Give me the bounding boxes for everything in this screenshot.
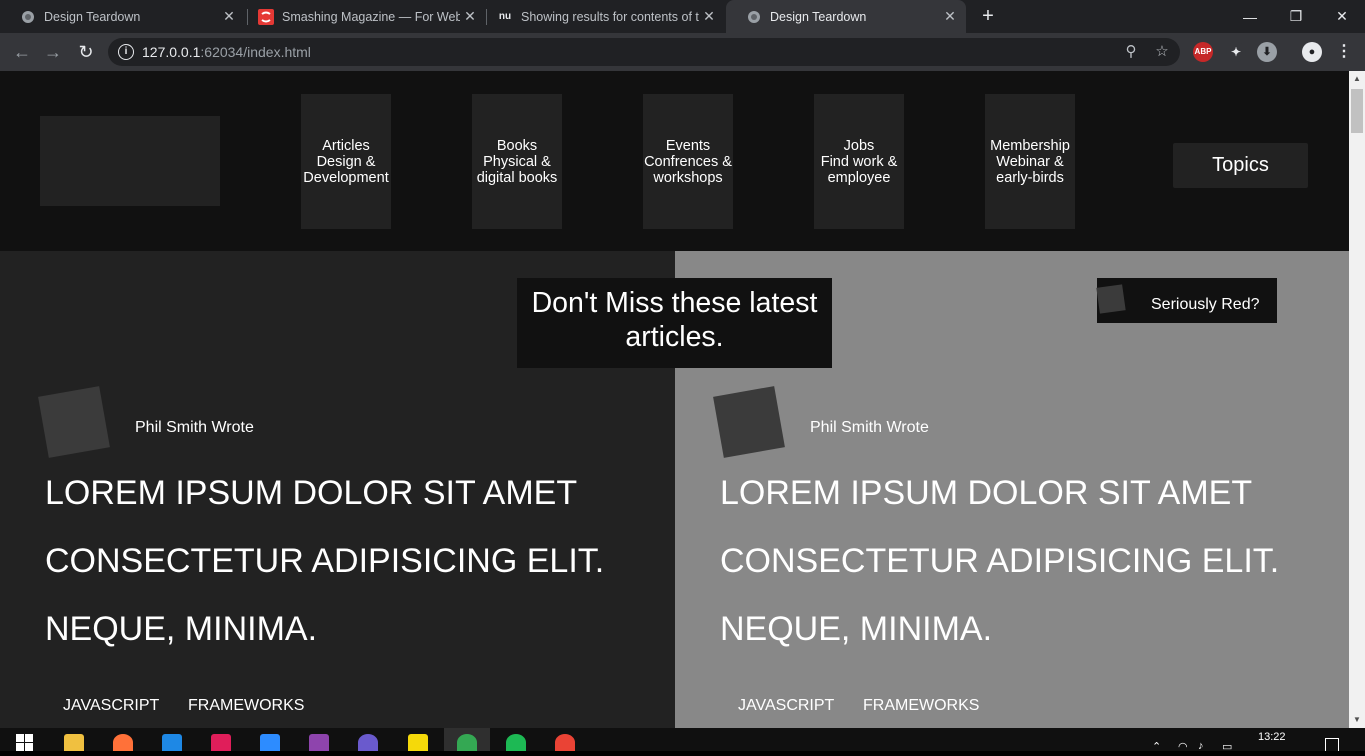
globe-icon [746, 9, 762, 25]
battery-icon[interactable]: ▭ [1222, 740, 1232, 753]
scroll-up-arrow-icon[interactable]: ▲ [1349, 71, 1365, 87]
restore-button[interactable]: ❐ [1273, 0, 1319, 33]
nav-item-events[interactable]: Events Confrences & workshops [643, 94, 733, 229]
nav-subtitle: Development [303, 169, 389, 186]
volume-icon[interactable]: ♪ [1198, 740, 1204, 752]
smashing-s-icon [258, 8, 274, 25]
url-host: 127.0.0.1 [142, 44, 201, 60]
zoom-icon[interactable]: ⚲ [1121, 42, 1141, 62]
tab-design-teardown-active[interactable]: Design Teardown ✕ [726, 0, 966, 33]
close-icon[interactable]: ✕ [219, 8, 239, 25]
author-avatar [38, 386, 110, 458]
site-logo[interactable] [40, 116, 220, 206]
nav-item-articles[interactable]: Articles Design & Development [301, 94, 391, 229]
nav-title: Books [496, 137, 538, 154]
firefox-icon[interactable] [113, 734, 133, 751]
file-explorer-icon[interactable] [64, 734, 84, 751]
close-window-button[interactable]: ✕ [1319, 0, 1365, 33]
nav-subtitle: digital books [476, 169, 558, 186]
globe-icon [20, 9, 36, 25]
nav-subtitle: Confrences & [644, 153, 732, 170]
minimize-button[interactable]: — [1227, 0, 1273, 33]
scroll-down-arrow-icon[interactable]: ▼ [1349, 712, 1365, 728]
nav-item-jobs[interactable]: Jobs Find work & employee [814, 94, 904, 229]
spotify-icon[interactable] [506, 734, 526, 751]
tag-javascript[interactable]: Javascript [63, 697, 159, 715]
tag-frameworks[interactable]: Frameworks [863, 697, 979, 715]
wifi-icon[interactable]: ◠ [1178, 740, 1188, 753]
nav-title: Membership [990, 137, 1070, 154]
chrome-icon[interactable] [555, 734, 575, 751]
toggle-label: Seriously Red? [1151, 296, 1260, 313]
nav-subtitle: early-birds [996, 169, 1064, 186]
topics-button[interactable]: Topics [1173, 143, 1308, 188]
article-headline[interactable]: Lorem ipsum dolor sit amet consectetur a… [45, 459, 645, 663]
zoom-app-icon[interactable] [260, 734, 280, 751]
notification-icon[interactable] [1325, 738, 1339, 751]
tab-title: Design Teardown [44, 9, 141, 24]
nav-subtitle: Design & [316, 153, 376, 170]
nav-subtitle: Webinar & [996, 153, 1064, 170]
taskbar-clock[interactable]: 13:22 [1258, 731, 1286, 743]
tray-chevron-icon[interactable]: ⌃ [1152, 740, 1161, 753]
nav-title: Jobs [843, 137, 875, 154]
address-bar[interactable]: i 127.0.0.1:62034/index.html ⚲ ☆ [108, 38, 1180, 66]
close-icon[interactable]: ✕ [699, 8, 719, 25]
info-icon[interactable]: i [118, 44, 134, 60]
latest-articles-banner: Don't Miss these latest articles. [517, 278, 832, 368]
github-desktop-icon[interactable] [309, 734, 329, 751]
site-header: Articles Design & Development Books Phys… [0, 71, 1349, 251]
slack-icon[interactable] [211, 734, 231, 751]
tab-title: Design Teardown [770, 9, 867, 24]
tab-title: Smashing Magazine — For Web D [282, 9, 460, 24]
new-tab-button[interactable]: + [977, 5, 999, 27]
nav-item-books[interactable]: Books Physical & digital books [472, 94, 562, 229]
nav-subtitle: Find work & [820, 153, 898, 170]
seriously-red-toggle[interactable]: Seriously Red? [1096, 278, 1277, 323]
vscode-icon[interactable] [162, 734, 182, 751]
tab-smashing-magazine[interactable]: Smashing Magazine — For Web D ✕ [238, 0, 486, 33]
tab-design-teardown-1[interactable]: Design Teardown ✕ [0, 0, 245, 33]
url-path: :62034/index.html [200, 44, 311, 60]
nav-subtitle: workshops [653, 169, 723, 186]
bookmark-star-icon[interactable]: ☆ [1152, 42, 1172, 62]
nav-subtitle: employee [827, 169, 891, 186]
windows-taskbar: ⌃ ◠ ♪ ▭ 13:22 [0, 728, 1365, 753]
toggle-square-icon [1096, 284, 1126, 314]
article-headline[interactable]: Lorem ipsum dolor sit amet consectetur a… [720, 459, 1320, 663]
nav-subtitle: Physical & [483, 153, 551, 170]
author-name: Phil Smith Wrote [135, 419, 254, 436]
nav-title: Events [665, 137, 711, 154]
windows-start-icon[interactable] [16, 734, 33, 751]
browser-toolbar: ← → ↻ i 127.0.0.1:62034/index.html ⚲ ☆ [0, 33, 1365, 71]
url-text: 127.0.0.1:62034/index.html [142, 44, 311, 60]
author-name: Phil Smith Wrote [810, 419, 929, 436]
back-button[interactable]: ← [10, 40, 34, 64]
app-icon[interactable] [358, 734, 378, 751]
page-scrollbar[interactable]: ▲ ▼ [1349, 71, 1365, 728]
chrome-icon[interactable] [457, 734, 477, 751]
tag-frameworks[interactable]: Frameworks [188, 697, 304, 715]
close-icon[interactable]: ✕ [940, 8, 960, 25]
tab-title: Showing results for contents of t [521, 9, 699, 24]
web-page: Articles Design & Development Books Phys… [0, 71, 1349, 728]
author-avatar [713, 386, 785, 458]
nav-item-membership[interactable]: Membership Webinar & early-birds [985, 94, 1075, 229]
forward-button[interactable]: → [41, 40, 65, 64]
adblock-extension-icon[interactable]: ABP [1193, 42, 1213, 62]
tab-strip: Design Teardown ✕ Smashing Magazine — Fo… [0, 0, 1365, 33]
extension-icon[interactable]: ✦ [1226, 42, 1246, 62]
nav-title: Articles [322, 137, 370, 154]
menu-dots-icon[interactable]: ⋮ [1334, 42, 1354, 62]
nu-icon: nu [498, 11, 512, 22]
reload-button[interactable]: ↻ [74, 40, 98, 64]
download-extension-icon[interactable]: ⬇ [1257, 42, 1277, 62]
profile-avatar-icon[interactable]: ● [1302, 42, 1322, 62]
sticky-notes-icon[interactable] [408, 734, 428, 751]
tag-javascript[interactable]: Javascript [738, 697, 834, 715]
scroll-thumb[interactable] [1351, 89, 1363, 133]
tab-showing-results[interactable]: nu Showing results for contents of t ✕ [477, 0, 725, 33]
